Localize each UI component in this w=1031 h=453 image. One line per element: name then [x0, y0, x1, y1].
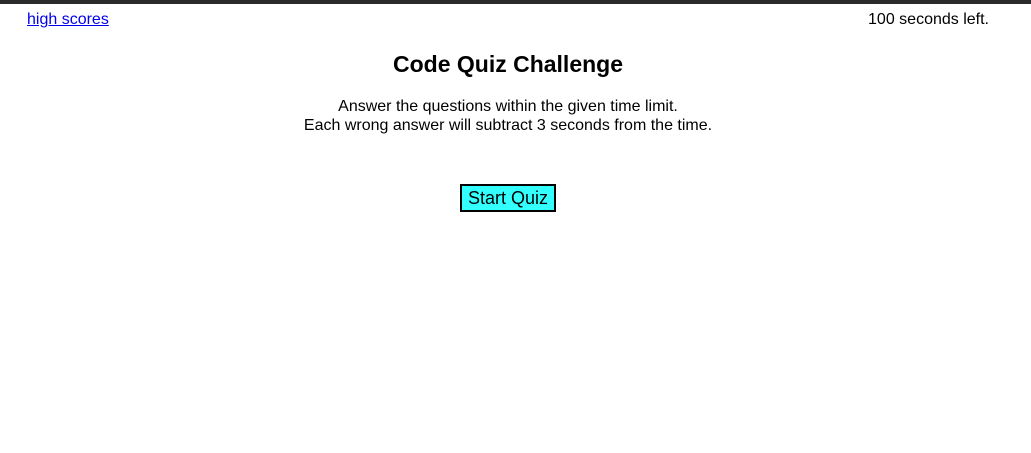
timer-text: 100 seconds left.: [868, 11, 989, 28]
instructions: Answer the questions within the given ti…: [0, 97, 1016, 135]
high-scores-link[interactable]: high scores: [27, 11, 109, 29]
start-quiz-button[interactable]: Start Quiz: [460, 184, 556, 212]
instructions-line-2: Each wrong answer will subtract 3 second…: [303, 117, 713, 134]
instructions-line-1: Answer the questions within the given ti…: [338, 98, 678, 115]
page-title: Code Quiz Challenge: [392, 51, 624, 77]
header-bar: high scores 100 seconds left.: [0, 4, 1031, 36]
